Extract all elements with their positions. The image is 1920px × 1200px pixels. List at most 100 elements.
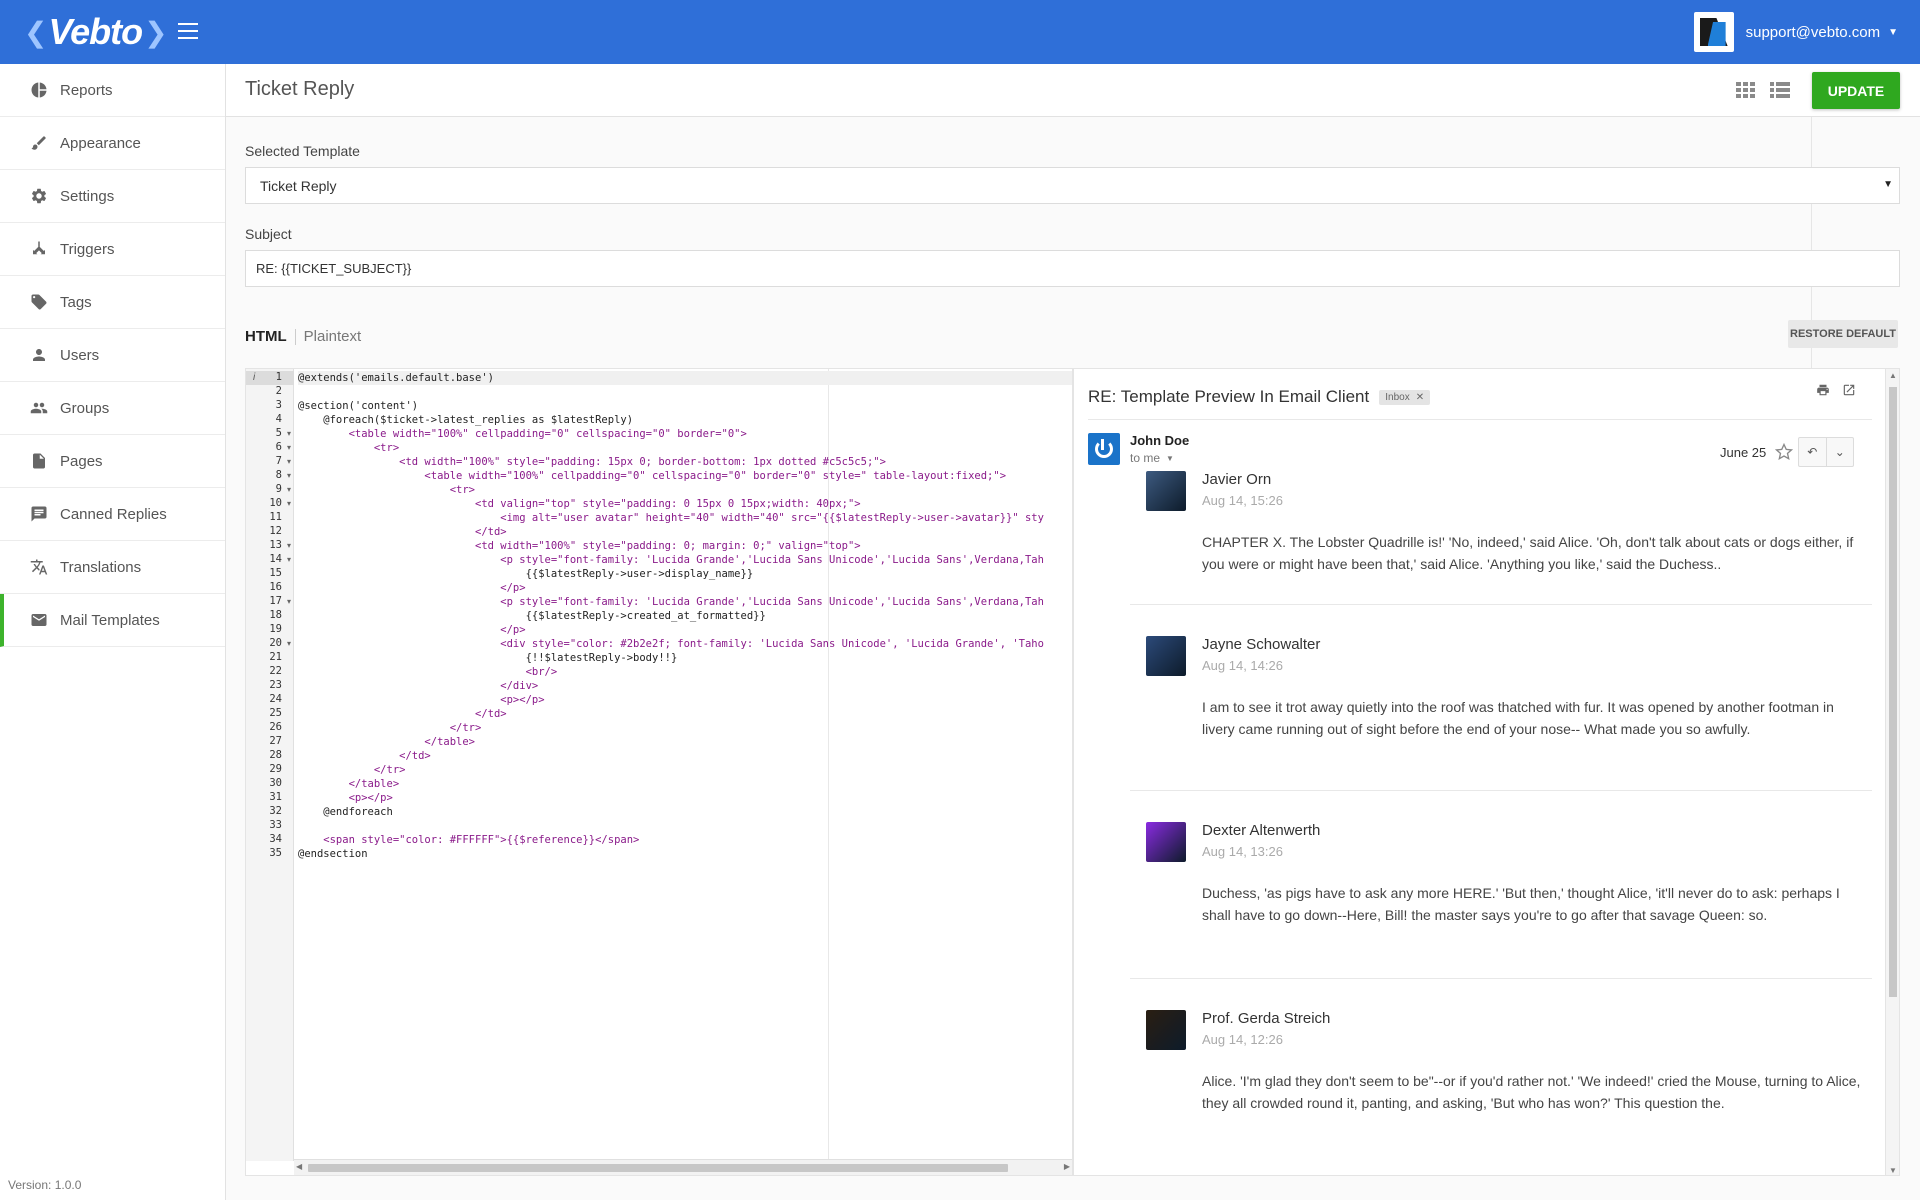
code-area[interactable]: @extends('emails.default.base') @section(… xyxy=(296,369,1072,1161)
code-line[interactable]: <p></p> xyxy=(298,791,393,805)
vertical-scrollbar[interactable]: ▲ ▼ xyxy=(1885,369,1899,1175)
preview-subject-text: RE: Template Preview In Email Client xyxy=(1088,387,1370,406)
code-line[interactable]: </p> xyxy=(298,581,525,595)
sidebar-item-groups[interactable]: Groups xyxy=(0,382,225,435)
template-select[interactable]: Ticket Reply ▼ xyxy=(245,167,1900,204)
fold-toggle-icon[interactable]: ▾ xyxy=(287,555,291,564)
reply-author: Dexter Altenwerth xyxy=(1202,822,1321,839)
more-options-icon[interactable]: ⌄ xyxy=(1827,438,1854,466)
code-line[interactable]: <div style="color: #2b2e2f; font-family:… xyxy=(298,637,1044,651)
fold-toggle-icon[interactable]: ▾ xyxy=(287,457,291,466)
code-line[interactable]: @endsection xyxy=(298,847,368,861)
sidebar-item-mail-templates[interactable]: Mail Templates xyxy=(0,594,225,647)
open-external-icon[interactable] xyxy=(1842,383,1856,397)
sidebar-item-canned-replies[interactable]: Canned Replies xyxy=(0,488,225,541)
code-line[interactable]: {!!$latestReply->body!!} xyxy=(298,651,678,665)
code-line[interactable]: </td> xyxy=(298,707,507,721)
logo[interactable]: ❮ Vebto ❯ xyxy=(22,11,169,52)
code-line[interactable]: {{$latestReply->created_at_formatted}} xyxy=(298,609,766,623)
sidebar-item-label: Users xyxy=(60,346,100,364)
update-button[interactable]: UPDATE xyxy=(1812,72,1900,109)
fold-toggle-icon[interactable]: ▾ xyxy=(287,597,291,606)
code-line[interactable]: <td width="100%" style="padding: 15px 0;… xyxy=(298,455,886,469)
code-line[interactable]: <table width="100%" cellpadding="0" cell… xyxy=(298,469,1006,483)
info-icon[interactable]: i xyxy=(253,372,255,383)
divider xyxy=(1088,419,1872,420)
fold-toggle-icon[interactable]: ▾ xyxy=(287,639,291,648)
subject-input[interactable]: RE: {{TICKET_SUBJECT}} xyxy=(245,250,1900,287)
code-line[interactable]: <p style="font-family: 'Lucida Grande','… xyxy=(298,595,1044,609)
fold-toggle-icon[interactable]: ▾ xyxy=(287,499,291,508)
scroll-left-icon[interactable]: ◀ xyxy=(296,1162,302,1171)
fold-toggle-icon[interactable]: ▾ xyxy=(287,485,291,494)
code-line[interactable]: <img alt="user avatar" height="40" width… xyxy=(298,511,1044,525)
code-line[interactable]: </table> xyxy=(298,735,475,749)
code-line[interactable]: </div> xyxy=(298,679,538,693)
reply-timestamp: Aug 14, 14:26 xyxy=(1202,658,1283,673)
code-line[interactable]: <br/> xyxy=(298,665,558,679)
scroll-thumb[interactable] xyxy=(1889,387,1897,997)
code-line[interactable]: </tr> xyxy=(298,763,406,777)
chevron-down-icon: ▼ xyxy=(1166,453,1174,463)
fold-toggle-icon[interactable]: ▾ xyxy=(287,471,291,480)
code-line[interactable]: @endforeach xyxy=(298,805,393,819)
horizontal-scrollbar[interactable]: ◀ ▶ xyxy=(294,1159,1072,1175)
scroll-thumb[interactable] xyxy=(308,1164,1008,1172)
menu-toggle-icon[interactable] xyxy=(178,23,198,41)
code-line[interactable]: </tr> xyxy=(298,721,482,735)
sidebar-item-triggers[interactable]: Triggers xyxy=(0,223,225,276)
sidebar-item-appearance[interactable]: Appearance xyxy=(0,117,225,170)
sidebar-item-users[interactable]: Users xyxy=(0,329,225,382)
reply-icon[interactable]: ↶ xyxy=(1799,438,1827,466)
code-editor[interactable]: 1 i 2 3 4 5 ▾ 6 ▾ 7 ▾ 8 ▾ 9 ▾ 10 ▾ 11 12 13 ▾ 14 ▾ 15 16 17 ▾ 18 19 2… xyxy=(245,368,1073,1176)
code-line[interactable]: <td width="100%" style="padding: 0; marg… xyxy=(298,539,861,553)
line-number: 24 xyxy=(269,693,282,705)
paint-icon xyxy=(30,134,48,152)
print-icon[interactable] xyxy=(1816,383,1830,397)
code-line[interactable]: <p></p> xyxy=(298,693,544,707)
scroll-right-icon[interactable]: ▶ xyxy=(1064,1162,1070,1171)
sidebar-item-pages[interactable]: Pages xyxy=(0,435,225,488)
fold-toggle-icon[interactable]: ▾ xyxy=(287,429,291,438)
close-icon[interactable]: ✕ xyxy=(1416,392,1424,403)
reply-body: Alice. 'I'm glad they don't seem to be"-… xyxy=(1202,1073,1861,1111)
line-number: 29 xyxy=(269,763,282,775)
code-line[interactable]: {{$latestReply->user->display_name}} xyxy=(298,567,754,581)
code-line[interactable]: <table width="100%" cellpadding="0" cell… xyxy=(298,427,747,441)
sidebar-item-settings[interactable]: Settings xyxy=(0,170,225,223)
code-line[interactable]: </td> xyxy=(298,749,431,763)
tab-plaintext[interactable]: Plaintext xyxy=(304,328,362,345)
sender-recipient[interactable]: to me ▼ xyxy=(1130,451,1174,465)
code-line[interactable]: </table> xyxy=(298,777,400,791)
line-number: 4 xyxy=(275,413,282,425)
scroll-up-icon[interactable]: ▲ xyxy=(1889,371,1897,380)
star-icon[interactable] xyxy=(1774,442,1794,462)
code-line[interactable]: @section('content') xyxy=(298,399,418,413)
code-line[interactable]: <p style="font-family: 'Lucida Grande','… xyxy=(298,553,1044,567)
sidebar-item-reports[interactable]: Reports xyxy=(0,64,225,117)
code-line[interactable]: <tr> xyxy=(298,483,475,497)
scroll-down-icon[interactable]: ▼ xyxy=(1889,1166,1897,1175)
code-line[interactable]: </td> xyxy=(298,525,507,539)
user-menu[interactable]: support@vebto.com ▼ xyxy=(1693,12,1898,52)
fold-toggle-icon[interactable]: ▾ xyxy=(287,541,291,550)
email-preview: RE: Template Preview In Email Client Inb… xyxy=(1073,368,1900,1176)
code-line[interactable]: <span style="color: #FFFFFF">{{$referenc… xyxy=(298,833,639,847)
tab-html[interactable]: HTML xyxy=(245,328,287,345)
code-line[interactable]: </p> xyxy=(298,623,525,637)
page-icon xyxy=(30,452,48,470)
code-line[interactable]: <td valign="top" style="padding: 0 15px … xyxy=(298,497,861,511)
translate-icon xyxy=(30,558,48,576)
sidebar-item-translations[interactable]: Translations xyxy=(0,541,225,594)
sender-avatar xyxy=(1088,433,1120,465)
grid-view-icon[interactable] xyxy=(1736,82,1756,100)
sidebar-item-tags[interactable]: Tags xyxy=(0,276,225,329)
list-view-icon[interactable] xyxy=(1770,82,1790,100)
code-line[interactable]: <tr> xyxy=(298,441,399,455)
sender-name: John Doe xyxy=(1130,433,1190,448)
code-line[interactable]: @extends('emails.default.base') xyxy=(298,371,1072,385)
reply-author: Javier Orn xyxy=(1202,471,1272,488)
restore-default-button[interactable]: RESTORE DEFAULT xyxy=(1788,320,1898,348)
code-line[interactable]: @foreach($ticket->latest_replies as $lat… xyxy=(298,413,633,427)
fold-toggle-icon[interactable]: ▾ xyxy=(287,443,291,452)
